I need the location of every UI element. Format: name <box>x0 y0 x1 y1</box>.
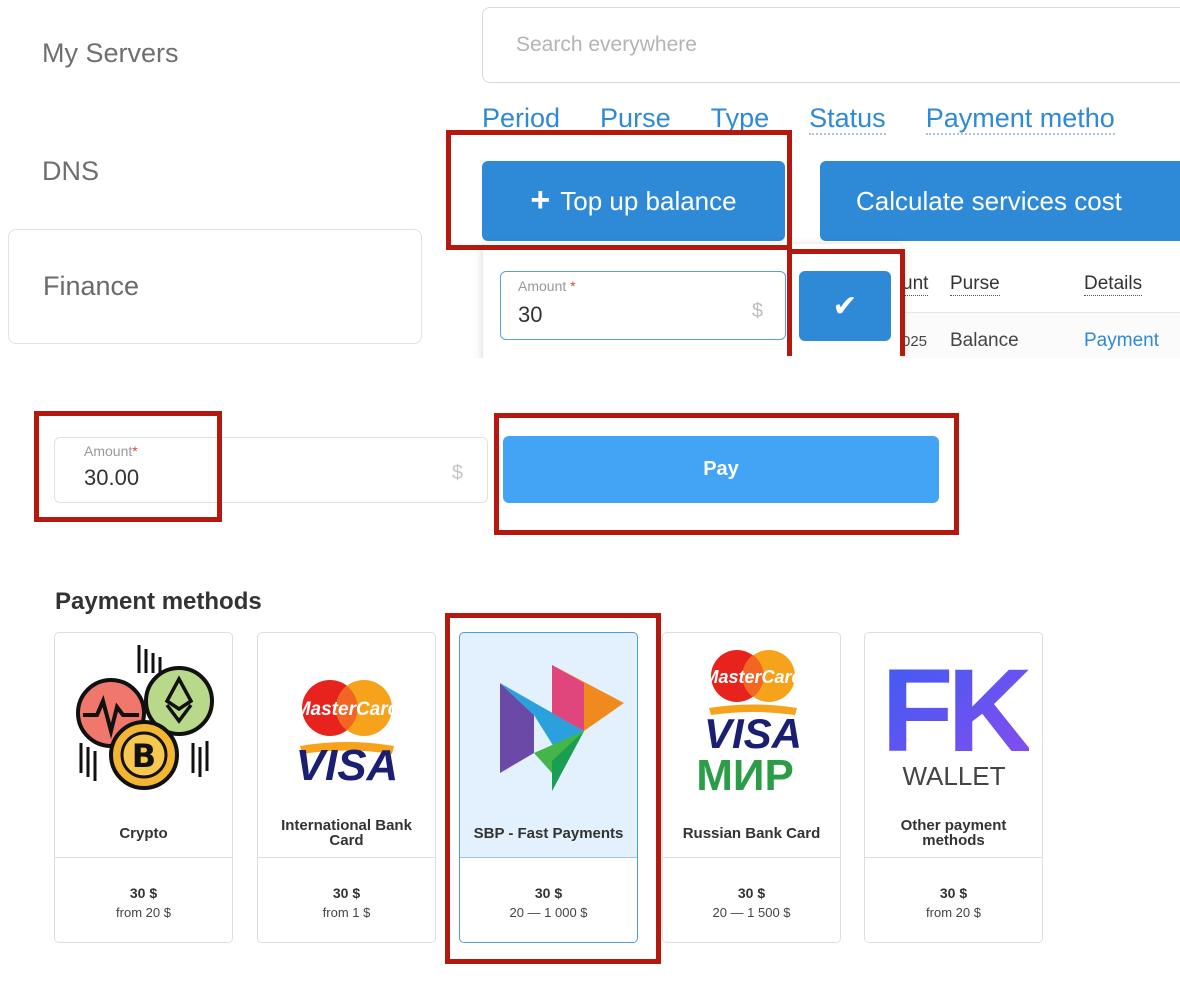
payment-method-price: 30 $ <box>737 885 766 901</box>
payment-method-range: from 20 $ <box>926 905 981 920</box>
payment-method-range: from 1 $ <box>322 905 371 920</box>
amount-value: 30 <box>518 302 543 327</box>
svg-text:VISA: VISA <box>295 741 398 788</box>
amount-label: Amount * <box>518 278 576 294</box>
svg-text:MasterCard: MasterCard <box>294 699 399 720</box>
mastercard-visa-icon: MasterCard VISA <box>258 633 435 803</box>
search-placeholder: Search everywhere <box>516 33 697 56</box>
filter-status[interactable]: Status <box>809 103 886 135</box>
payment-method-name: International Bank Card <box>281 817 412 849</box>
calculate-services-cost-button[interactable]: Calculate services cost <box>820 161 1180 241</box>
crypto-icon: B <box>55 633 232 803</box>
highlight-top-up-button <box>446 130 792 250</box>
table-header-details[interactable]: Details <box>1084 273 1143 296</box>
table-cell-details-link[interactable]: Payment <box>1084 330 1159 352</box>
table-cell-purse: Balance <box>950 330 1019 351</box>
currency-sign: $ <box>751 300 763 322</box>
sidebar-item-my-servers[interactable]: My Servers <box>8 0 422 106</box>
search-input[interactable]: Search everywhere <box>482 7 1180 83</box>
table-header-amount[interactable]: unt <box>902 273 929 296</box>
payment-method-price: 30 $ <box>939 885 968 901</box>
svg-text:МИР: МИР <box>696 751 794 798</box>
svg-text:WALLET: WALLET <box>902 761 1005 791</box>
payment-method-range: from 20 $ <box>116 905 171 920</box>
payment-method-range: 20 — 1 500 $ <box>712 905 791 920</box>
payment-method-price: 30 $ <box>129 885 158 901</box>
payment-method-name: Crypto <box>119 824 168 842</box>
sidebar-item-label: Finance <box>43 271 140 301</box>
payment-method-international-bank-card[interactable]: MasterCard VISA International Bank Card … <box>257 632 436 943</box>
mastercard-visa-mir-icon: MasterCard VISA МИР <box>663 633 840 803</box>
payment-method-crypto[interactable]: B Crypto 30 $ from 20 $ <box>54 632 233 943</box>
sidebar-item-finance[interactable]: Finance <box>8 229 422 344</box>
payment-method-russian-bank-card[interactable]: MasterCard VISA МИР Russian Bank Card 30… <box>662 632 841 943</box>
fk-wallet-icon: FK WALLET <box>865 633 1042 803</box>
payment-method-name: Other payment methods <box>900 817 1007 849</box>
svg-text:VISA: VISA <box>703 710 801 757</box>
table-cell-amount: 025 <box>902 333 928 350</box>
sidebar-item-label: My Servers <box>42 37 179 68</box>
table-row-divider <box>900 312 1180 313</box>
highlight-sbp-card <box>445 613 661 964</box>
filter-payment-method[interactable]: Payment metho <box>925 103 1115 135</box>
calculate-services-cost-label: Calculate services cost <box>856 185 1122 216</box>
payment-method-name: Russian Bank Card <box>682 824 821 842</box>
sidebar-item-label: DNS <box>42 155 100 186</box>
popup-amount-field[interactable]: Amount * 30 $ <box>500 271 786 340</box>
highlight-confirm-button <box>787 249 905 356</box>
highlight-amount-field <box>34 411 222 522</box>
svg-text:MasterCard: MasterCard <box>703 667 803 687</box>
payment-method-price: 30 $ <box>332 885 361 901</box>
svg-text:B: B <box>131 737 155 775</box>
highlight-pay-button <box>494 413 959 535</box>
payment-methods-title: Payment methods <box>55 588 262 615</box>
table-header-purse[interactable]: Purse <box>950 273 1000 296</box>
sidebar-item-dns[interactable]: DNS <box>8 114 422 228</box>
svg-text:FK: FK <box>881 645 1029 777</box>
payment-method-other[interactable]: FK WALLET Other payment methods 30 $ fro… <box>864 632 1043 943</box>
currency-sign: $ <box>451 462 463 484</box>
